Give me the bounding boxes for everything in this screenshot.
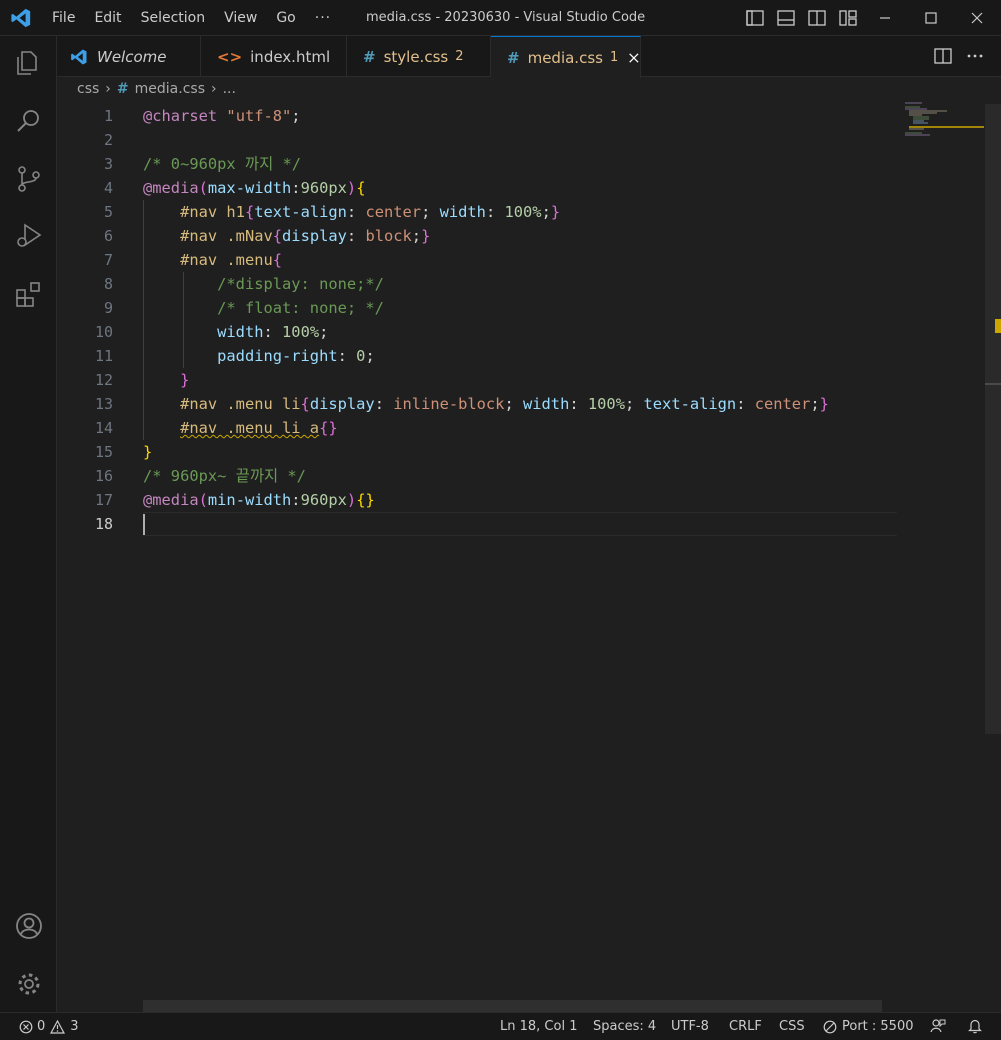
breadcrumb-folder[interactable]: css [77, 81, 99, 97]
tab-label: Welcome [97, 47, 167, 66]
warning-icon [50, 1019, 66, 1034]
tab-label: style.css [383, 47, 449, 66]
editor-tabs: Welcome <> index.html # style.css 2 # me… [57, 36, 1001, 78]
notifications-bell-icon[interactable] [967, 1018, 983, 1034]
code-line: #nav .mNav{display: block;} [180, 227, 431, 245]
layout-controls [745, 8, 869, 28]
editor-actions [933, 46, 985, 66]
vscode-logo-icon [11, 8, 31, 28]
horizontal-scrollbar[interactable] [143, 1000, 882, 1012]
tab-media-css[interactable]: # media.css 1 [491, 36, 641, 78]
search-icon[interactable] [14, 106, 44, 136]
toggle-panel-icon[interactable] [776, 8, 796, 28]
run-debug-icon[interactable] [14, 220, 44, 250]
code-line: padding-right: 0; [217, 347, 375, 365]
close-tab-icon[interactable] [628, 51, 640, 65]
menu-edit[interactable]: Edit [94, 10, 121, 26]
cursor-position[interactable]: Ln 18, Col 1 [500, 1019, 577, 1034]
text-cursor [143, 514, 145, 535]
code-line: } [180, 371, 190, 389]
code-line: @charset "utf-8"; [143, 107, 301, 125]
css-hash-icon: # [507, 48, 520, 67]
code-line: #nav .menu li a{} [180, 419, 338, 437]
activity-bar [0, 36, 57, 1012]
problems-indicator[interactable]: 0 3 [19, 1019, 79, 1034]
menu-go[interactable]: Go [276, 10, 295, 26]
code-line: width: 100%; [217, 323, 329, 341]
toggle-secondary-sidebar-icon[interactable] [807, 8, 827, 28]
tab-label: index.html [250, 47, 331, 66]
menu-bar: File Edit Selection View Go ··· [52, 0, 350, 36]
toggle-primary-sidebar-icon[interactable] [745, 8, 765, 28]
menu-more[interactable]: ··· [315, 10, 331, 26]
live-server-port[interactable]: Port : 5500 [823, 1019, 914, 1034]
tab-style-css[interactable]: # style.css 2 [347, 36, 491, 77]
problem-count-badge: 2 [455, 49, 464, 64]
file-encoding[interactable]: UTF-8 [671, 1019, 709, 1034]
scrollbar-warning-marker [995, 319, 1001, 333]
manage-gear-icon[interactable] [14, 969, 44, 999]
more-actions-icon[interactable] [965, 46, 985, 66]
port-label: Port : 5500 [842, 1019, 914, 1034]
chevron-right-icon: › [105, 81, 111, 97]
code-line: #nav .menu li{display: inline-block; wid… [180, 395, 829, 413]
code-line: #nav h1{text-align: center; width: 100%;… [180, 203, 561, 221]
menu-selection[interactable]: Selection [141, 10, 206, 26]
language-mode[interactable]: CSS [779, 1019, 805, 1034]
gutter-row: 2 [57, 128, 117, 152]
warning-squiggle[interactable]: #nav .menu li a [180, 419, 319, 437]
indentation[interactable]: Spaces: 4 [593, 1019, 656, 1034]
accounts-icon[interactable] [14, 911, 44, 941]
warning-count: 3 [70, 1019, 79, 1034]
window-title: media.css - 20230630 - Visual Studio Cod… [366, 10, 646, 25]
code-line: /* 960px~ 끝까지 */ [143, 467, 306, 485]
problem-count-badge: 1 [609, 50, 619, 65]
html-icon: <> [217, 47, 243, 66]
line-number: 2 [103, 131, 113, 149]
customize-layout-icon[interactable] [838, 8, 858, 28]
code-editor[interactable]: 1 2 3 4 5 6 7 8 9 10 11 12 13 14 15 16 17 18 @charset "ut… [57, 104, 1001, 1000]
current-line-highlight [143, 512, 897, 536]
split-editor-icon[interactable] [933, 46, 953, 66]
status-bar: 0 3 Ln 18, Col 1 Spaces: 4 UTF-8 CRLF CS… [0, 1012, 1001, 1040]
minimap[interactable] [902, 100, 984, 140]
line-number: 18 [94, 515, 113, 533]
breadcrumb-file[interactable]: media.css [135, 81, 205, 97]
minimize-icon[interactable] [875, 8, 895, 28]
code-line: } [143, 443, 153, 461]
css-hash-icon: # [116, 81, 129, 97]
code-line: @media(max-width:960px){ [143, 179, 366, 197]
vertical-scrollbar[interactable] [985, 104, 1001, 734]
code-line: #nav .menu{ [180, 251, 283, 269]
css-hash-icon: # [363, 47, 376, 66]
breadcrumb-more[interactable]: ... [223, 81, 236, 97]
explorer-icon[interactable] [14, 48, 44, 78]
code-line: /* float: none; */ [217, 299, 384, 317]
code-line: @media(min-width:960px){} [143, 491, 375, 509]
code-line: /* 0~960px 까지 */ [143, 155, 302, 173]
title-bar: File Edit Selection View Go ··· media.cs… [0, 0, 1001, 36]
source-control-icon[interactable] [14, 164, 44, 194]
chevron-right-icon: › [210, 81, 217, 97]
extensions-icon[interactable] [14, 279, 44, 309]
tab-index-html[interactable]: <> index.html [201, 36, 347, 77]
end-of-line[interactable]: CRLF [729, 1019, 762, 1034]
maximize-icon[interactable] [921, 8, 941, 28]
error-count: 0 [37, 1019, 46, 1034]
scrollbar-cursor-marker [985, 383, 1001, 385]
tab-welcome[interactable]: Welcome [57, 36, 201, 77]
code-line: /*display: none;*/ [217, 275, 384, 293]
error-icon [19, 1020, 33, 1033]
tab-label: media.css [527, 48, 603, 67]
menu-file[interactable]: File [52, 10, 75, 26]
breadcrumb: css › # media.css › ... [77, 81, 236, 97]
circle-slash-icon [823, 1020, 837, 1033]
close-window-icon[interactable] [967, 8, 987, 28]
vscode-icon [71, 49, 87, 64]
gutter-row: 18 [57, 512, 117, 536]
feedback-icon[interactable] [930, 1018, 946, 1034]
menu-view[interactable]: View [224, 10, 257, 26]
